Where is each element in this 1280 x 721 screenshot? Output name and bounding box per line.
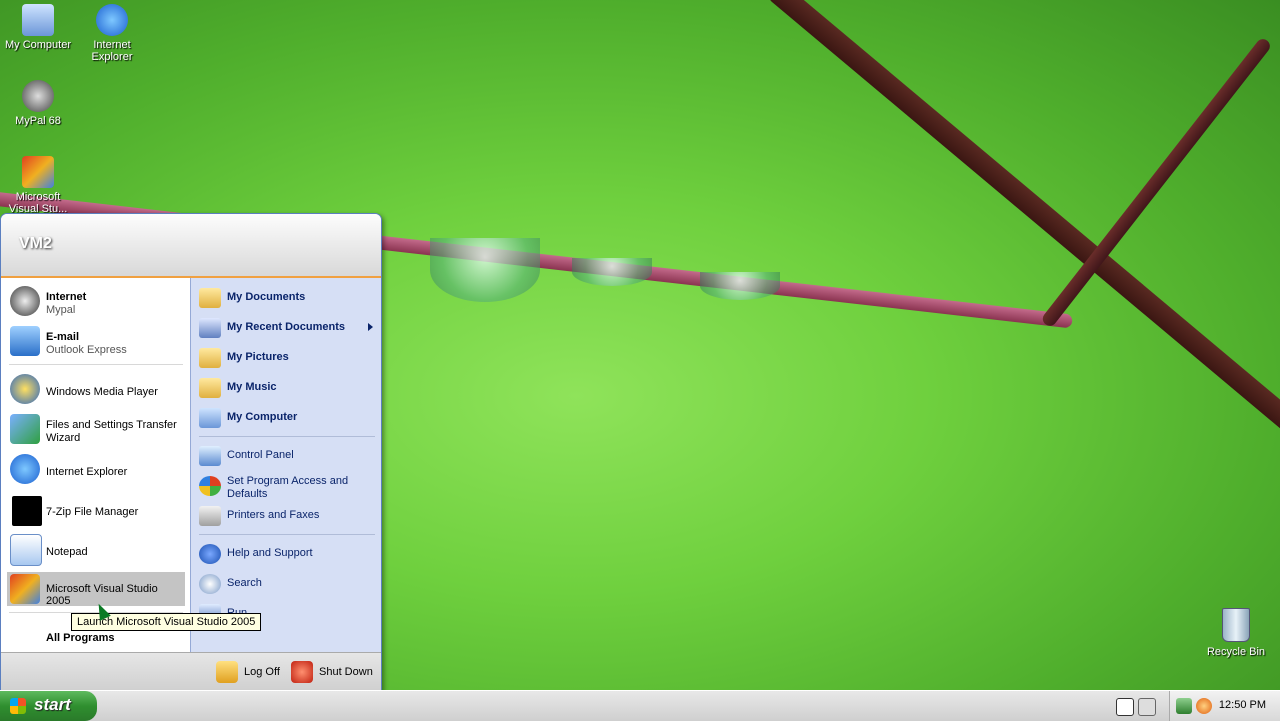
place-my-pictures[interactable]: My Pictures (197, 346, 377, 370)
window-tray-icon[interactable] (1138, 698, 1156, 716)
search-icon (199, 574, 221, 594)
system-tray: 12:50 PM (1169, 691, 1280, 721)
internet-explorer-icon (96, 4, 128, 36)
places-pane: My Documents My Recent Documents My Pict… (190, 278, 381, 652)
start-button[interactable]: start (0, 691, 97, 721)
recent-internet-explorer[interactable]: Internet Explorer (7, 452, 185, 486)
water-drop (572, 258, 652, 286)
water-drop (430, 238, 540, 302)
recent-documents-icon (199, 318, 221, 338)
help-tray-icon[interactable] (1116, 698, 1134, 716)
program-access-icon (199, 476, 221, 496)
start-menu-footer: Log Off Shut Down (1, 652, 381, 691)
desktop-icon-recycle-bin[interactable]: Recycle Bin (1200, 608, 1272, 658)
help-icon (199, 544, 221, 564)
divider (199, 436, 375, 437)
power-icon (291, 661, 313, 683)
computer-icon (199, 408, 221, 428)
transfer-wizard-icon (10, 414, 40, 444)
7zip-icon (10, 494, 44, 528)
control-panel-icon (199, 446, 221, 466)
visual-studio-icon (10, 574, 40, 604)
recycle-bin-icon (1222, 608, 1250, 642)
place-my-music[interactable]: My Music (197, 376, 377, 400)
desktop-icon-my-computer[interactable]: My Computer (0, 4, 76, 51)
clock[interactable]: 12:50 PM (1219, 699, 1266, 711)
log-off-button[interactable]: Log Off (216, 659, 286, 685)
submenu-arrow-icon (368, 323, 373, 331)
pictures-folder-icon (199, 348, 221, 368)
recent-7zip[interactable]: 7-Zip File Manager (7, 492, 185, 528)
desktop-icon-mypal[interactable]: MyPal 68 (0, 80, 76, 127)
recent-files-settings-transfer[interactable]: Files and Settings Transfer Wizard (7, 412, 185, 446)
computer-icon (22, 4, 54, 36)
printer-icon (199, 506, 221, 526)
recent-notepad[interactable]: Notepad (7, 532, 185, 566)
place-my-documents[interactable]: My Documents (197, 286, 377, 310)
search-item[interactable]: Search (197, 572, 377, 596)
visual-studio-icon (22, 156, 54, 188)
divider (199, 534, 375, 535)
search-tray-icon[interactable] (1196, 698, 1212, 714)
pinned-email[interactable]: E-mail Outlook Express (7, 324, 185, 358)
setting-control-panel[interactable]: Control Panel (197, 444, 377, 468)
water-drop (700, 272, 780, 300)
recent-visual-studio[interactable]: Microsoft Visual Studio 2005 (7, 572, 185, 607)
setting-program-access[interactable]: Set Program Access and Defaults (197, 474, 377, 504)
start-menu-header: VM2 (1, 214, 381, 278)
place-my-recent-documents[interactable]: My Recent Documents (197, 316, 377, 340)
setting-printers-faxes[interactable]: Printers and Faxes (197, 504, 377, 528)
wallpaper-branch (1040, 36, 1273, 329)
taskbar: start 12:50 PM (0, 690, 1280, 721)
help-and-support[interactable]: Help and Support (197, 542, 377, 566)
place-my-computer[interactable]: My Computer (197, 406, 377, 430)
all-programs-button[interactable]: All Programs (46, 632, 114, 644)
notepad-icon (10, 534, 42, 566)
safely-remove-icon[interactable] (1176, 698, 1192, 714)
programs-pane: Internet Mypal E-mail Outlook Express Wi… (1, 278, 190, 652)
desktop-icon-visual-studio[interactable]: Microsoft Visual Stu... (0, 156, 76, 215)
desktop-icon-internet-explorer[interactable]: Internet Explorer (74, 4, 150, 63)
recent-windows-media-player[interactable]: Windows Media Player (7, 372, 185, 406)
outlook-express-icon (10, 326, 40, 356)
user-name: VM2 (19, 235, 52, 252)
shut-down-button[interactable]: Shut Down (291, 659, 375, 685)
divider (9, 364, 183, 365)
music-folder-icon (199, 378, 221, 398)
wallpaper-branch (765, 0, 1280, 447)
media-player-icon (10, 374, 40, 404)
windows-logo-icon (10, 698, 26, 714)
internet-explorer-icon (10, 454, 40, 484)
key-icon (216, 661, 238, 683)
folder-icon (199, 288, 221, 308)
mypal-icon (22, 80, 54, 112)
mypal-icon (10, 286, 40, 316)
pinned-internet[interactable]: Internet Mypal (7, 284, 185, 318)
